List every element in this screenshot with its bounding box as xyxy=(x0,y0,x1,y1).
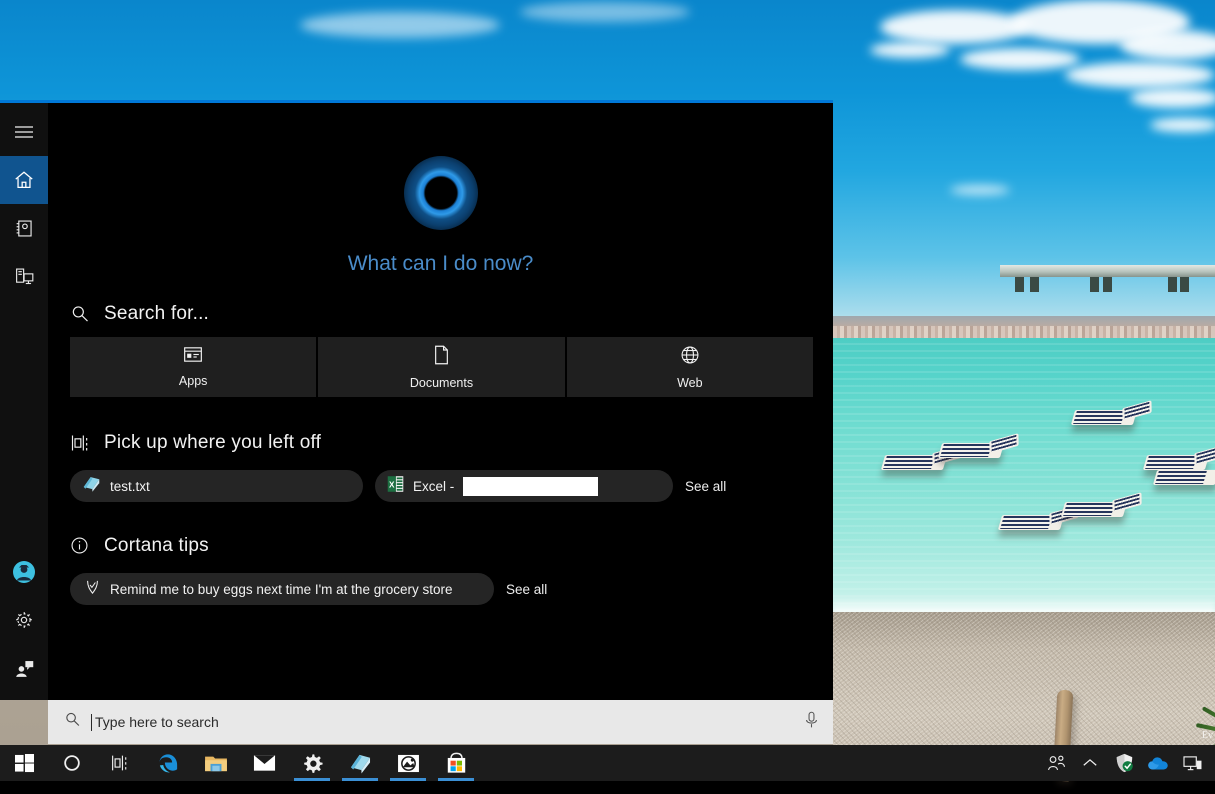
task-view-button[interactable] xyxy=(96,745,144,781)
defender-shield-icon[interactable] xyxy=(1107,745,1141,781)
store-button[interactable] xyxy=(432,745,480,781)
cortana-tips-see-all-link[interactable]: See all xyxy=(506,582,547,597)
cortana-panel: What can I do now? Search for... Apps Do… xyxy=(0,100,833,700)
globe-icon xyxy=(680,345,700,370)
search-input[interactable]: Type here to search xyxy=(91,713,794,731)
redaction-bar xyxy=(463,476,599,496)
pier-leg xyxy=(1168,277,1177,292)
microphone-icon[interactable] xyxy=(804,711,819,734)
people-icon[interactable] xyxy=(1039,745,1073,781)
excel-file-icon: X xyxy=(387,475,404,498)
start-button[interactable] xyxy=(0,745,48,781)
feedback-icon[interactable] xyxy=(0,644,48,692)
search-icon xyxy=(70,304,90,324)
apps-icon xyxy=(183,346,203,368)
category-documents[interactable]: Documents xyxy=(318,337,565,397)
list-item[interactable]: X Excel - xyxy=(375,470,673,502)
cloud xyxy=(1065,62,1215,88)
pick-up-items-row: test.txt X Excel - See all xyxy=(70,470,833,502)
gear-icon[interactable] xyxy=(0,596,48,644)
cortana-greeting-area: What can I do now? xyxy=(48,103,833,276)
category-apps-label: Apps xyxy=(178,374,208,388)
cortana-home-content: What can I do now? Search for... Apps Do… xyxy=(48,103,833,700)
pick-up-section-header: Pick up where you left off xyxy=(48,432,833,454)
info-icon xyxy=(70,536,90,556)
list-item[interactable]: test.txt xyxy=(70,470,363,502)
network-icon[interactable] xyxy=(1175,745,1209,781)
search-categories: Apps Documents Web xyxy=(70,337,813,397)
svg-text:X: X xyxy=(389,480,395,489)
pier-leg xyxy=(1015,277,1024,292)
list-item[interactable]: Remind me to buy eggs next time I'm at t… xyxy=(70,573,494,605)
show-hidden-icons-chevron[interactable] xyxy=(1073,745,1107,781)
sidebar-item-devices[interactable] xyxy=(0,252,48,300)
palm-fronds xyxy=(1137,625,1215,772)
account-avatar[interactable] xyxy=(0,548,48,596)
cloud xyxy=(300,12,500,38)
sidebar-item-notebook[interactable] xyxy=(0,204,48,252)
search-for-section-header: Search for... xyxy=(48,303,833,325)
sidebar-item-home[interactable] xyxy=(0,156,48,204)
cloud xyxy=(1150,118,1215,132)
cloud xyxy=(870,42,950,58)
taskbar xyxy=(0,745,1215,781)
list-item-label: Excel - xyxy=(413,478,455,494)
cortana-orb[interactable] xyxy=(403,156,478,230)
category-apps[interactable]: Apps xyxy=(70,337,317,397)
hamburger-menu-icon[interactable] xyxy=(0,108,48,156)
mail-button[interactable] xyxy=(240,745,288,781)
watermark: Ev xyxy=(1201,730,1213,741)
cortana-nav-rail xyxy=(0,103,48,700)
file-explorer-button[interactable] xyxy=(192,745,240,781)
settings-button[interactable] xyxy=(288,745,336,781)
category-web[interactable]: Web xyxy=(566,337,813,397)
taskbar-search-box[interactable]: Type here to search xyxy=(48,700,833,744)
search-input-placeholder: Type here to search xyxy=(95,714,219,730)
pick-up-see-all-link[interactable]: See all xyxy=(685,479,726,494)
pier xyxy=(1000,265,1215,277)
text-caret xyxy=(91,713,92,731)
pier-leg xyxy=(1180,277,1189,292)
category-web-label: Web xyxy=(677,375,703,390)
system-tray xyxy=(1039,745,1215,781)
onedrive-cloud-icon[interactable] xyxy=(1141,745,1175,781)
edge-button[interactable] xyxy=(144,745,192,781)
category-documents-label: Documents xyxy=(409,375,474,390)
cloud xyxy=(960,48,1080,70)
photos-button[interactable] xyxy=(384,745,432,781)
notepad-button[interactable] xyxy=(336,745,384,781)
reminder-pin-icon xyxy=(84,578,101,601)
search-for-title: Search for... xyxy=(104,303,210,324)
pier-leg xyxy=(1090,277,1099,292)
cloud xyxy=(880,10,1030,44)
pick-up-title: Pick up where you left off xyxy=(104,432,322,453)
search-icon xyxy=(64,711,81,733)
document-icon xyxy=(433,345,450,370)
cortana-button[interactable] xyxy=(48,745,96,781)
notepad-file-icon xyxy=(82,475,101,498)
cloud xyxy=(520,2,690,22)
list-item-label: Remind me to buy eggs next time I'm at t… xyxy=(110,581,453,597)
cortana-tips-title: Cortana tips xyxy=(104,535,209,556)
cortana-tips-items-row: Remind me to buy eggs next time I'm at t… xyxy=(70,573,833,605)
cloud xyxy=(1130,88,1215,108)
pier-leg xyxy=(1030,277,1039,292)
cloud xyxy=(950,185,1010,195)
list-item-label: test.txt xyxy=(110,478,150,494)
cortana-greeting-text: What can I do now? xyxy=(347,252,534,275)
pier-leg xyxy=(1103,277,1112,292)
timeline-icon xyxy=(70,433,90,453)
cortana-tips-section-header: Cortana tips xyxy=(48,535,833,557)
